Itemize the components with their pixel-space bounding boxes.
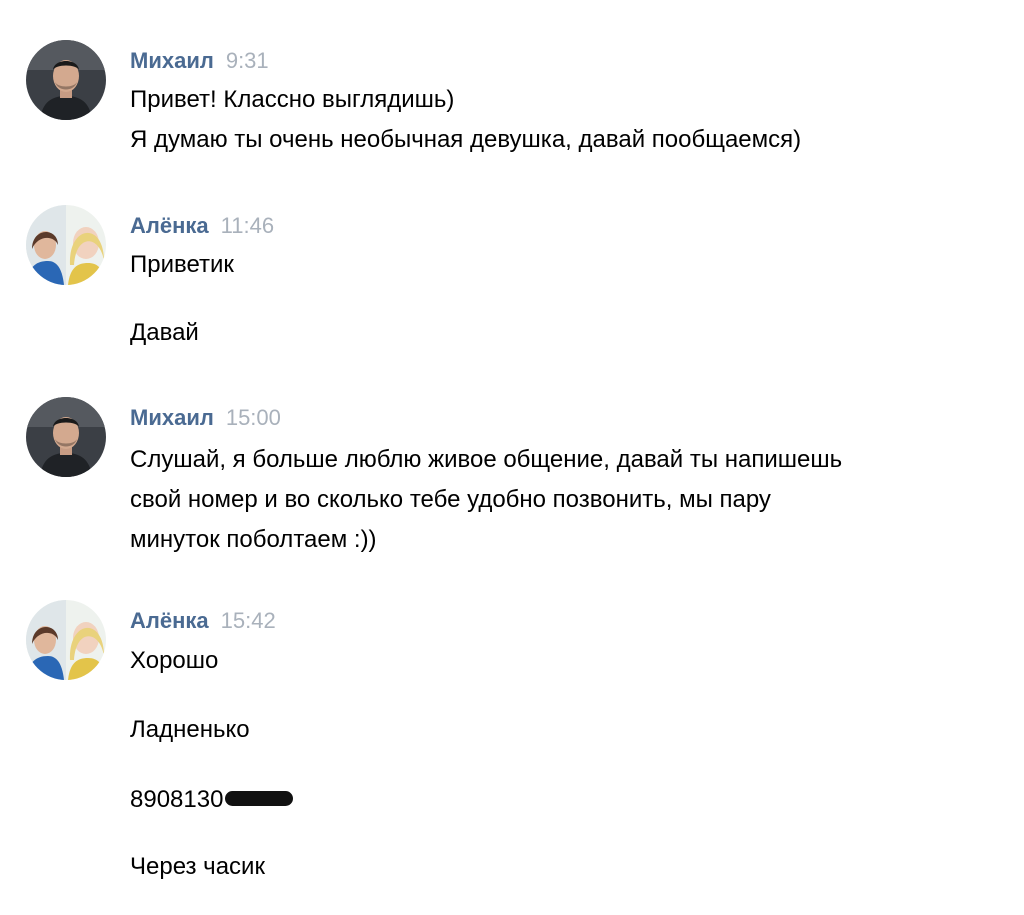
message-time[interactable]: 9:31	[226, 48, 269, 73]
avatar[interactable]	[26, 40, 106, 120]
phone-number-line: 8908130	[130, 785, 294, 815]
message-text: свой номер и во сколько тебе удобно позв…	[130, 486, 771, 513]
phone-number-text: 8908130	[130, 786, 224, 813]
author-name[interactable]: Алёнка	[130, 213, 209, 238]
message-text: Хорошо	[130, 647, 219, 674]
message-text: Через часик	[130, 853, 265, 880]
alyonka-avatar-icon	[26, 600, 106, 680]
message-header: Алёнка 15:42	[130, 608, 276, 634]
author-name[interactable]: Михаил	[130, 48, 214, 73]
author-name[interactable]: Михаил	[130, 405, 214, 430]
message-text: Давай	[130, 319, 199, 346]
message-text: минуток поболтаем :))	[130, 526, 377, 553]
author-name[interactable]: Алёнка	[130, 608, 209, 633]
message-time[interactable]: 11:46	[221, 213, 274, 238]
message-text: Приветик	[130, 251, 234, 278]
message-header: Алёнка 11:46	[130, 213, 274, 239]
avatar[interactable]	[26, 600, 106, 680]
message-text: Ладненько	[130, 716, 250, 743]
message-text: Привет! Классно выглядишь)	[130, 86, 455, 113]
message-header: Михаил 15:00	[130, 405, 281, 431]
message-text: Я думаю ты очень необычная девушка, дава…	[130, 126, 802, 153]
mikhail-avatar-icon	[26, 40, 106, 120]
avatar[interactable]	[26, 397, 106, 477]
alyonka-avatar-icon	[26, 205, 106, 285]
message-time[interactable]: 15:42	[221, 608, 276, 633]
redaction-mark	[225, 791, 294, 807]
message-header: Михаил 9:31	[130, 48, 269, 74]
message-text: Слушай, я больше люблю живое общение, да…	[130, 446, 843, 473]
avatar[interactable]	[26, 205, 106, 285]
message-time[interactable]: 15:00	[226, 405, 281, 430]
mikhail-avatar-icon	[26, 397, 106, 477]
